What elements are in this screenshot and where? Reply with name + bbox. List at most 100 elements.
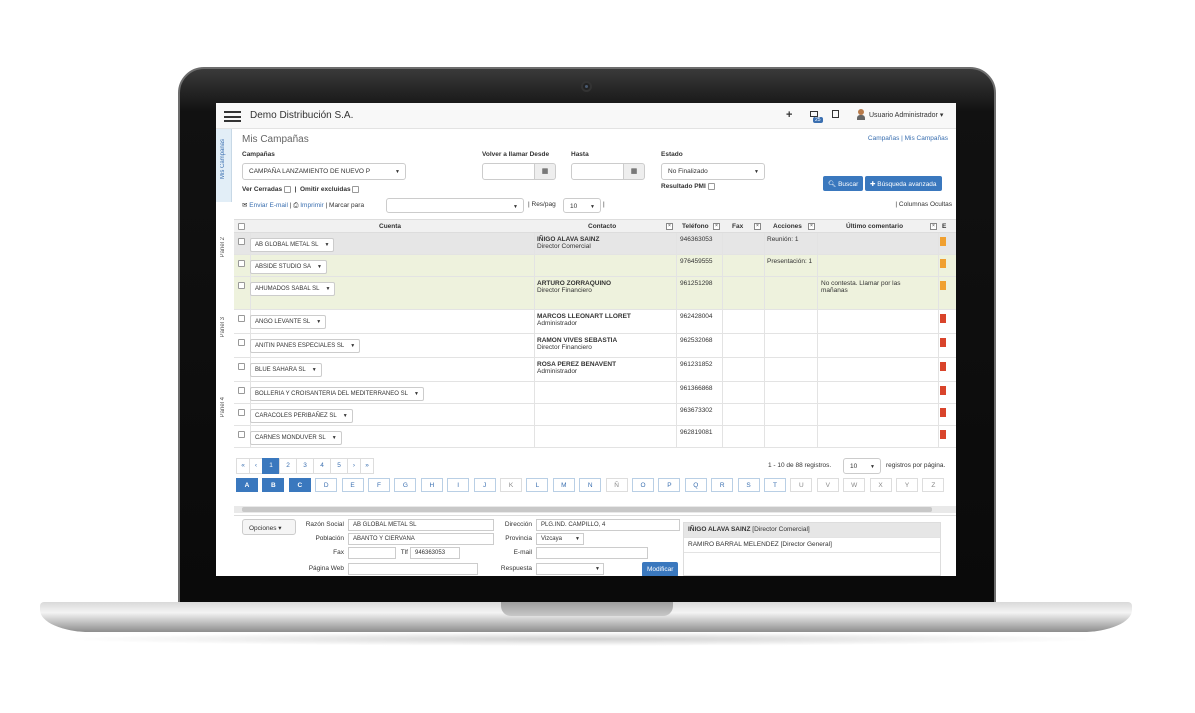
email-field[interactable] (536, 547, 648, 559)
close-icon[interactable]: × (754, 223, 761, 230)
row-checkbox[interactable] (238, 339, 245, 346)
row-checkbox[interactable] (238, 260, 245, 267)
letter-filter-6[interactable]: F (368, 478, 390, 492)
close-icon[interactable]: × (930, 223, 937, 230)
table-row[interactable]: ANGO LEVANTE SL ▼ MARCOS LLEONART LLORET Ad… (234, 310, 956, 334)
letter-filter-8[interactable]: H (420, 478, 443, 492)
account-dropdown[interactable]: CARNES MONDUVER SL ▼ (250, 431, 342, 445)
tlf-field[interactable]: 946363053 (410, 547, 460, 559)
table-row[interactable]: BOLLERIA Y CROISANTERIA DEL MEDITERRANEO… (234, 382, 956, 404)
per-page-select[interactable]: 10 ▼ (563, 198, 601, 213)
modify-button[interactable]: Modificar (642, 562, 679, 576)
letter-filter-7[interactable]: G (394, 478, 417, 492)
select-all-checkbox[interactable] (238, 223, 245, 230)
plus-icon[interactable]: + (786, 109, 792, 121)
contact-name[interactable]: MARCOS LLEONART LLORET (537, 313, 631, 320)
letter-filter-18[interactable]: Q (684, 478, 707, 492)
letter-filter-22[interactable]: U (790, 478, 813, 492)
col-contact[interactable]: Contacto (588, 223, 616, 230)
letter-filter-5[interactable]: E (341, 478, 364, 492)
phone-cell[interactable]: 976459555 (680, 258, 713, 265)
letter-filter-9[interactable]: I (447, 478, 470, 492)
pagination-page[interactable]: 3 (296, 458, 314, 474)
account-dropdown[interactable]: BOLLERIA Y CROISANTERIA DEL MEDITERRANEO… (250, 387, 424, 401)
letter-filter-27[interactable]: Z (922, 478, 945, 492)
letter-filter-21[interactable]: T (764, 478, 786, 492)
col-account[interactable]: Cuenta (379, 223, 401, 230)
letter-filter-19[interactable]: R (711, 478, 734, 492)
col-extra[interactable]: E (942, 223, 946, 230)
exclude-checkbox[interactable] (352, 186, 360, 193)
row-checkbox[interactable] (238, 409, 245, 416)
letter-filter-24[interactable]: W (843, 478, 866, 492)
direccion-field[interactable]: PLG.IND. CAMPILLO, 4 (536, 519, 680, 531)
pagination-last[interactable]: » (360, 458, 374, 474)
close-icon[interactable]: × (713, 223, 720, 230)
letter-filter-17[interactable]: P (658, 478, 681, 492)
account-dropdown[interactable]: ANITIN PANES ESPECIALES SL ▼ (250, 339, 361, 353)
mark-select[interactable]: ▼ (386, 198, 524, 213)
letter-filter-26[interactable]: Y (896, 478, 918, 492)
horizontal-scrollbar[interactable] (234, 506, 956, 513)
row-checkbox[interactable] (238, 387, 245, 394)
advanced-search-button[interactable]: ✚ Búsqueda avanzada (865, 176, 942, 191)
row-checkbox[interactable] (238, 315, 245, 322)
web-field[interactable] (348, 563, 478, 575)
pmi-checkbox[interactable] (707, 183, 715, 190)
phone-cell[interactable]: 962819081 (680, 429, 713, 436)
phone-cell[interactable]: 946363053 (680, 236, 713, 243)
letter-filter-11[interactable]: K (500, 478, 522, 492)
row-checkbox[interactable] (238, 282, 245, 289)
letter-filter-20[interactable]: S (737, 478, 760, 492)
table-row[interactable]: BLUE SAHARA SL ▼ ROSA PEREZ BENAVENT Admini… (234, 358, 956, 382)
razon-field[interactable]: AB GLOBAL METAL SL (348, 519, 494, 531)
respuesta-select[interactable]: ▼ (536, 563, 604, 575)
contact-name[interactable]: ARTURO ZORRAQUINO (537, 280, 611, 287)
fax-field[interactable] (348, 547, 396, 559)
calendar-icon[interactable]: ▦ (623, 163, 645, 180)
letter-filter-10[interactable]: J (473, 478, 496, 492)
breadcrumb[interactable]: Campañas | Mis Campañas (868, 135, 948, 142)
account-dropdown[interactable]: ABSIDE STUDIO SA ▼ (250, 260, 327, 274)
phone-cell[interactable]: 961231852 (680, 361, 713, 368)
sidebar-tab-mis-campanas[interactable]: Mis Campañas (216, 129, 232, 202)
search-button[interactable]: 🔍︎ Buscar (823, 176, 864, 191)
closed-filter[interactable]: Ver Cerradas | Omitir excluidas (242, 186, 360, 193)
hidden-columns-link[interactable]: | Columnas Ocultas (895, 201, 952, 208)
print-link[interactable]: Imprimir (300, 202, 323, 209)
send-email-link[interactable]: Enviar E-mail (249, 202, 288, 209)
pagination-page[interactable]: 2 (279, 458, 297, 474)
table-row[interactable]: CARNES MONDUVER SL ▼ 962819081 (234, 426, 956, 448)
letter-filter-25[interactable]: X (869, 478, 892, 492)
letter-filter-2[interactable]: B (262, 478, 285, 492)
phone-cell[interactable]: 962428004 (680, 313, 713, 320)
calendar-icon[interactable] (832, 110, 839, 118)
close-icon[interactable]: × (666, 223, 673, 230)
table-row[interactable]: CARACOLES PERIBAÑEZ SL ▼ 963673302 (234, 404, 956, 426)
contact-name[interactable]: IÑIGO ALAVA SAINZ (537, 236, 599, 243)
row-checkbox[interactable] (238, 431, 245, 438)
state-select[interactable]: No Finalizado ▼ (661, 163, 765, 180)
menu-icon[interactable] (224, 111, 241, 122)
account-dropdown[interactable]: CARACOLES PERIBAÑEZ SL ▼ (250, 409, 353, 423)
letter-filter-12[interactable]: L (526, 478, 549, 492)
row-checkbox[interactable] (238, 238, 245, 245)
table-row[interactable]: ANITIN PANES ESPECIALES SL ▼ RAMON VIVES S… (234, 334, 956, 358)
account-dropdown[interactable]: AB GLOBAL METAL SL ▼ (250, 238, 335, 252)
pagination-next[interactable]: › (347, 458, 361, 474)
table-row[interactable]: AHUMADOS SABAL SL ▼ ARTURO ZORRAQUINO Direc… (234, 277, 956, 310)
letter-filter-15[interactable]: Ñ (605, 478, 628, 492)
letter-filter-1[interactable]: A (236, 478, 258, 492)
letter-filter-4[interactable]: D (315, 478, 338, 492)
contact-name[interactable]: RAMON VIVES SEBASTIA (537, 337, 617, 344)
closed-checkbox[interactable] (283, 186, 291, 193)
account-dropdown[interactable]: AHUMADOS SABAL SL ▼ (250, 282, 336, 296)
letter-filter-13[interactable]: M (552, 478, 575, 492)
phone-cell[interactable]: 962532068 (680, 337, 713, 344)
pagination-first[interactable]: « (236, 458, 250, 474)
calendar-icon[interactable]: ▦ (534, 163, 556, 180)
user-menu[interactable]: Usuario Administrador ▾ (869, 111, 943, 119)
close-icon[interactable]: × (808, 223, 815, 230)
letter-filter-14[interactable]: N (579, 478, 602, 492)
letter-filter-16[interactable]: O (632, 478, 654, 492)
